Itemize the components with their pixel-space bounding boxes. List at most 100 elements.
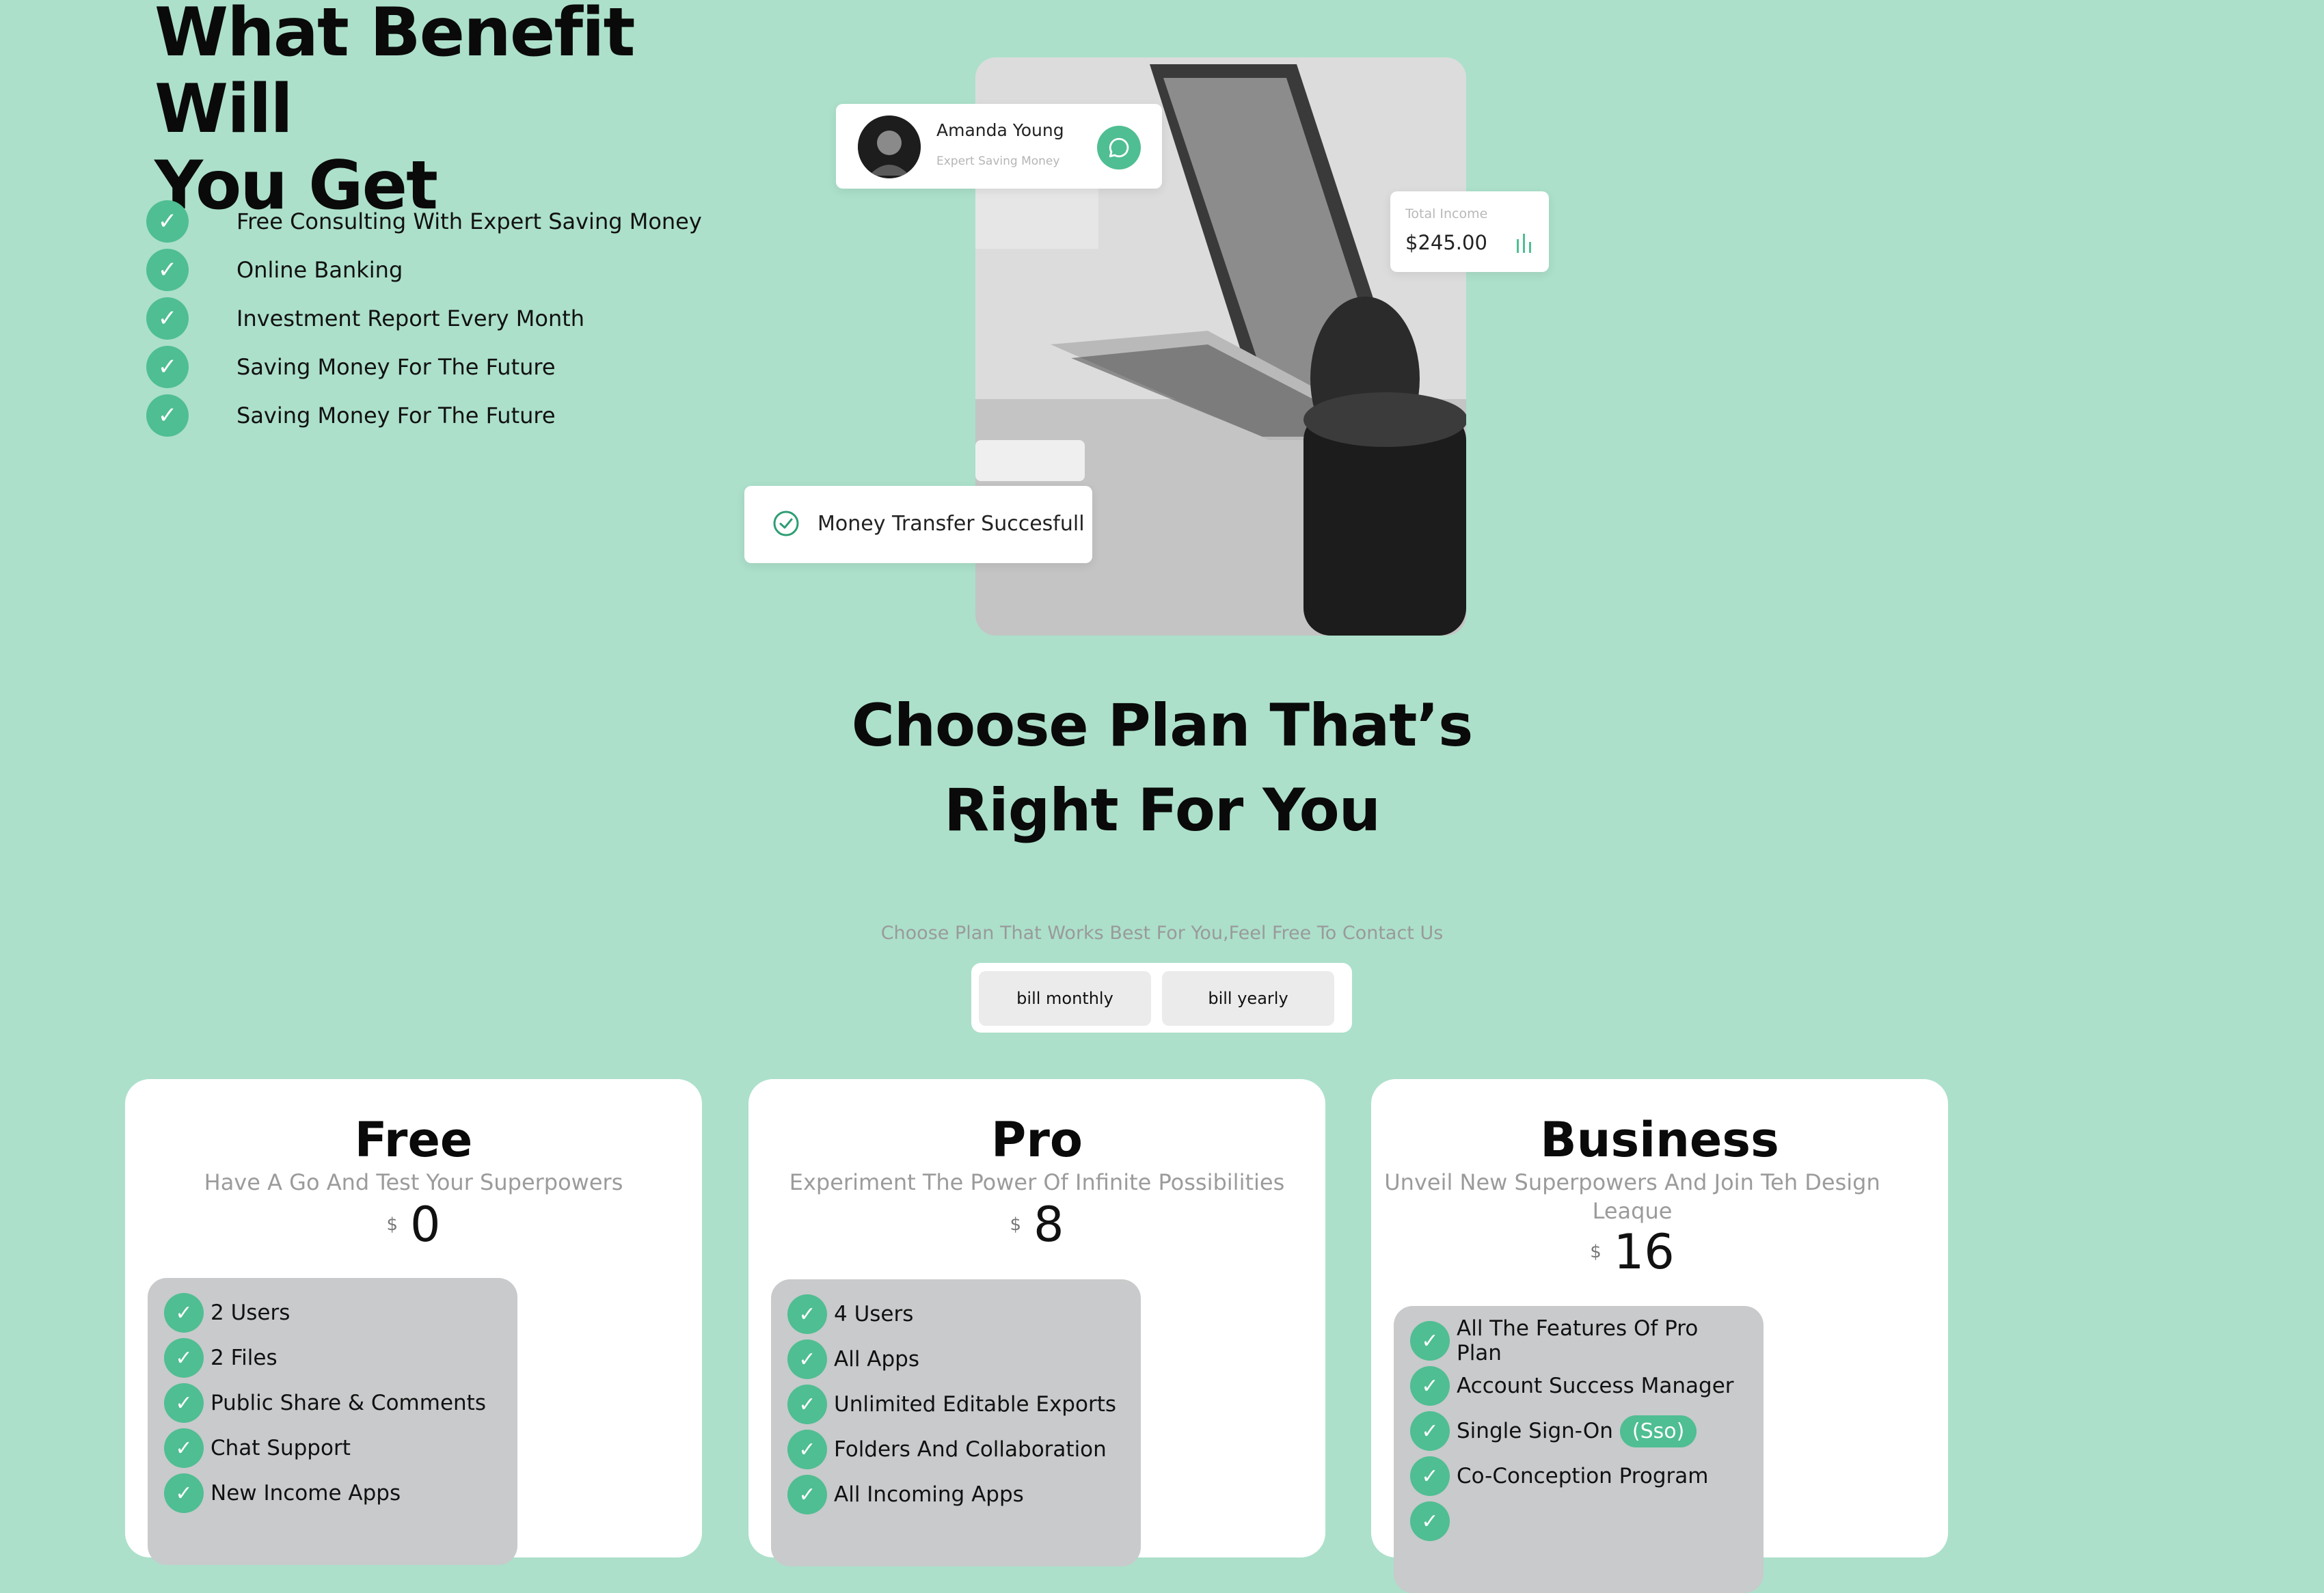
check-icon: ✓	[164, 1428, 204, 1468]
check-icon: ✓	[787, 1475, 827, 1514]
sso-badge: (Sso)	[1619, 1415, 1697, 1447]
check-icon: ✓	[146, 394, 189, 437]
list-item: ✓ Online Banking	[146, 245, 702, 294]
feature-label: Unlimited Editable Exports	[834, 1392, 1117, 1417]
list-item: ✓ All Incoming Apps	[787, 1472, 1124, 1517]
plans-subtitle: Choose Plan That Works Best For You,Feel…	[880, 923, 1444, 944]
currency-symbol: $	[1590, 1242, 1602, 1262]
check-icon: ✓	[787, 1430, 827, 1469]
benefit-label: Free Consulting With Expert Saving Money	[237, 208, 702, 234]
profile-name: Amanda Young	[936, 120, 1064, 140]
plans-title-line2: Right For You	[944, 776, 1381, 845]
profile-card: Amanda Young Expert Saving Money	[836, 104, 1162, 189]
chat-icon	[1109, 137, 1129, 158]
income-label: Total Income	[1405, 206, 1488, 221]
plan-card-free: Free Have A Go And Test Your Superpowers…	[125, 1079, 702, 1565]
list-item: ✓ Chat Support	[164, 1426, 501, 1471]
check-icon: ✓	[1410, 1501, 1450, 1541]
bar-chart-icon	[1517, 234, 1531, 253]
income-value: $245.00	[1405, 231, 1487, 254]
check-icon: ✓	[146, 248, 189, 291]
plan-name: Free	[354, 1112, 473, 1168]
check-icon: ✓	[1410, 1366, 1450, 1406]
list-item: ✓ Unlimited Editable Exports	[787, 1382, 1124, 1427]
check-icon: ✓	[787, 1294, 827, 1334]
income-card: Total Income $245.00	[1390, 191, 1549, 272]
feature-label: Account Success Manager	[1457, 1374, 1734, 1398]
plan-card-pro: Pro Experiment The Power Of Infinite Pos…	[748, 1079, 1325, 1566]
plan-card-business: Business Unveil New Superpowers And Join…	[1371, 1079, 1948, 1593]
plan-description: Have A Go And Test Your Superpowers	[204, 1169, 623, 1195]
check-circle-icon	[773, 510, 799, 536]
feature-label: All Apps	[834, 1347, 919, 1372]
list-item: ✓ Co-Conception Program	[1410, 1454, 1747, 1499]
check-icon: ✓	[146, 345, 189, 388]
benefits-list: ✓ Free Consulting With Expert Saving Mon…	[146, 197, 702, 439]
check-icon: ✓	[787, 1339, 827, 1379]
list-item: ✓ Investment Report Every Month	[146, 294, 702, 342]
list-item: ✓ New Income Apps	[164, 1471, 501, 1516]
transfer-card: Money Transfer Succesfull	[744, 486, 1092, 563]
plan-name: Pro	[991, 1112, 1083, 1168]
feature-label: 2 Files	[211, 1346, 278, 1370]
currency-symbol: $	[1010, 1214, 1021, 1235]
transfer-text: Money Transfer Succesfull	[818, 512, 1085, 536]
bill-yearly-button[interactable]: bill yearly	[1162, 971, 1334, 1026]
list-item: ✓	[1410, 1499, 1747, 1544]
check-icon: ✓	[146, 200, 189, 243]
currency-symbol: $	[386, 1214, 398, 1235]
feature-label: Co-Conception Program	[1457, 1464, 1709, 1488]
billing-toggle: bill monthly bill yearly	[971, 963, 1352, 1033]
check-icon: ✓	[787, 1385, 827, 1424]
list-item: ✓ All Apps	[787, 1337, 1124, 1382]
benefit-label: Saving Money For The Future	[237, 402, 556, 428]
profile-role: Expert Saving Money	[936, 154, 1060, 168]
feature-label: 2 Users	[211, 1301, 290, 1325]
plans-title: Choose Plan That’s Right For You	[752, 683, 1572, 853]
plan-description: Experiment The Power Of Infinite Possibi…	[789, 1169, 1285, 1195]
check-icon: ✓	[1410, 1456, 1450, 1496]
list-item: ✓ Single Sign-On (Sso)	[1410, 1408, 1747, 1454]
check-icon: ✓	[164, 1383, 204, 1423]
list-item: ✓ Saving Money For The Future	[146, 342, 702, 391]
plan-price: $0	[125, 1197, 702, 1253]
avatar-icon	[858, 115, 921, 178]
feature-list: ✓ 4 Users ✓ All Apps ✓ Unlimited Editable E…	[771, 1279, 1141, 1566]
benefits-title-line1: What Benefit Will	[154, 0, 635, 148]
chat-button[interactable]	[1097, 126, 1141, 169]
benefit-label: Saving Money For The Future	[237, 353, 556, 380]
benefit-label: Investment Report Every Month	[237, 305, 585, 331]
feature-label: Chat Support	[211, 1436, 351, 1460]
plan-price: $16	[1344, 1224, 1921, 1280]
list-item: ✓ 2 Files	[164, 1335, 501, 1380]
plan-price: $8	[748, 1197, 1325, 1253]
list-item: ✓ Account Success Manager	[1410, 1363, 1747, 1408]
plan-name: Business	[1540, 1112, 1779, 1168]
plans-title-line1: Choose Plan That’s	[851, 692, 1474, 760]
price-value: 16	[1613, 1224, 1675, 1280]
price-value: 8	[1033, 1197, 1064, 1253]
feature-label: Single Sign-On	[1457, 1419, 1613, 1443]
bill-monthly-button[interactable]: bill monthly	[979, 971, 1151, 1026]
list-item: ✓ Public Share & Comments	[164, 1380, 501, 1426]
feature-label: Public Share & Comments	[211, 1391, 486, 1415]
benefits-title: What Benefit Will You Get	[154, 0, 770, 224]
check-icon: ✓	[1410, 1411, 1450, 1451]
list-item: ✓ Folders And Collaboration	[787, 1427, 1124, 1472]
feature-list: ✓ All The Features Of Pro Plan ✓ Account S…	[1394, 1306, 1764, 1593]
plan-description: Unveil New Superpowers And Join Teh Desi…	[1384, 1169, 1880, 1224]
price-value: 0	[410, 1197, 441, 1253]
feature-label: Folders And Collaboration	[834, 1437, 1107, 1462]
avatar	[858, 115, 921, 178]
list-item: ✓ Free Consulting With Expert Saving Mon…	[146, 197, 702, 245]
feature-label: All The Features Of Pro Plan	[1457, 1316, 1699, 1365]
feature-label: 4 Users	[834, 1302, 914, 1326]
list-item: ✓ Saving Money For The Future	[146, 391, 702, 439]
list-item: ✓ All The Features Of Pro Plan	[1410, 1316, 1747, 1365]
feature-list: ✓ 2 Users ✓ 2 Files ✓ Public Share & Commen…	[148, 1278, 517, 1565]
list-item: ✓ 4 Users	[787, 1292, 1124, 1337]
feature-label: New Income Apps	[211, 1481, 401, 1506]
check-icon: ✓	[146, 297, 189, 340]
benefit-label: Online Banking	[237, 256, 403, 283]
check-icon: ✓	[164, 1293, 204, 1333]
